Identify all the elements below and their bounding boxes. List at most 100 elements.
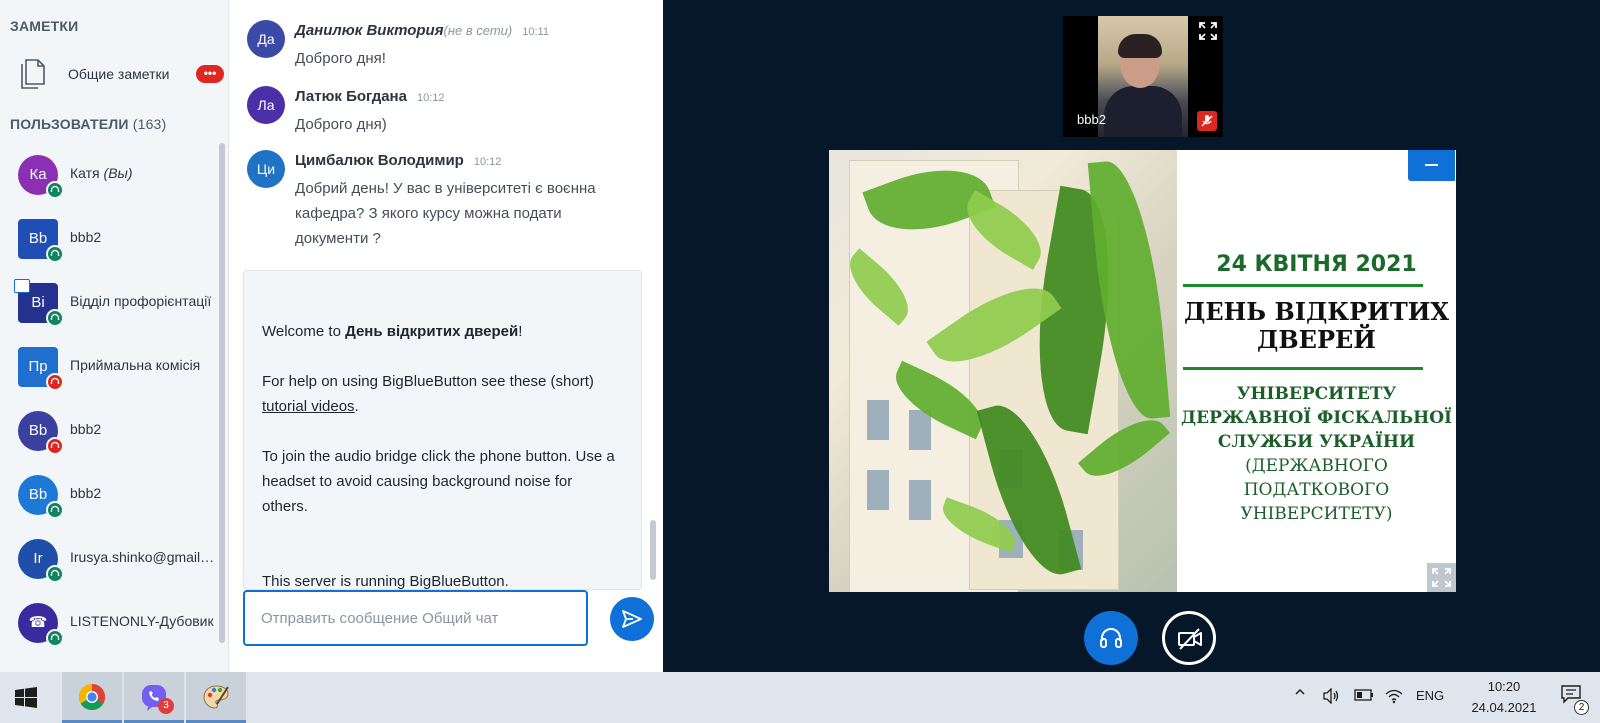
slide-uni-line-2: ДЕРЖАВНОЇ ФІСКАЛЬНОЇ: [1181, 408, 1452, 428]
listen-only-headset-icon: [46, 565, 64, 583]
chat-sender: Цимбалюк Володимир 10:12: [295, 152, 501, 169]
slide-date: 24 КВІТНЯ 2021: [1216, 252, 1417, 277]
chat-message-input[interactable]: [243, 590, 588, 646]
muted-mic-icon: [46, 373, 64, 391]
clock-time[interactable]: 10:20: [1466, 679, 1542, 694]
slide-uni-line-3: СЛУЖБИ УКРАЇНИ: [1217, 432, 1416, 452]
slide-uni-line-5: ПОДАТКОВОГО: [1243, 480, 1390, 500]
send-icon: [622, 610, 642, 628]
user-name-text: LISTENONLY-Дубовик: [70, 613, 214, 629]
chrome-icon: [78, 683, 106, 711]
chat-text: Доброго дня!: [295, 50, 386, 67]
slide-event-line-1: ДЕНЬ ВІДКРИТИХ: [1183, 297, 1450, 326]
users-section-title: ПОЛЬЗОВАТЕЛИ (163): [10, 116, 166, 132]
offline-tag: (не в сети): [443, 23, 513, 38]
user-list-item[interactable]: Bb bbb2: [0, 463, 222, 527]
listen-only-headset-icon: [46, 245, 64, 263]
user-name-text: Irusya.shinko@gmail.com: [70, 549, 216, 565]
user-list-item[interactable]: Пр Приймальна комісія: [0, 335, 222, 399]
webcam-user-name: bbb2: [1077, 112, 1106, 127]
user-list-item[interactable]: Ir Irusya.shinko@gmail.com: [0, 527, 222, 591]
webcam-video[interactable]: bbb2: [1063, 16, 1223, 137]
audio-headset-button[interactable]: [1084, 611, 1138, 665]
slide-uni-line-1: УНІВЕРСИТЕТУ: [1236, 384, 1397, 404]
chat-sender-name: Данилюк Виктория: [295, 22, 444, 39]
fullscreen-icon: [1432, 568, 1451, 587]
slide-university-subtitle: (ДЕРЖАВНОГО ПОДАТКОВОГО УНІВЕРСИТЕТУ): [1177, 454, 1456, 526]
chat-avatar: Ци: [247, 150, 285, 188]
user-list-item[interactable]: ☎ LISTENONLY-Дубовик: [0, 591, 222, 655]
expand-icon[interactable]: [1199, 22, 1217, 40]
muted-mic-icon: [46, 437, 64, 455]
viber-unread-badge: 3: [158, 698, 174, 714]
wifi-icon[interactable]: [1385, 688, 1403, 707]
meeting-name: День відкритих дверей: [345, 323, 519, 340]
user-name: Відділ профорієнтації: [70, 293, 216, 309]
user-name: Irusya.shinko@gmail.com: [70, 549, 216, 565]
users-scrollbar[interactable]: [219, 143, 225, 643]
slide-event-title: ДЕНЬ ВІДКРИТИХ ДВЕРЕЙ: [1177, 298, 1456, 354]
user-list-item[interactable]: Bb bbb2: [0, 207, 222, 271]
muted-mic-icon: [1197, 111, 1217, 131]
chat-panel: Да Данилюк Виктория(не в сети) 10:11 Доброг…: [229, 0, 663, 672]
chat-sender: Данилюк Виктория(не в сети) 10:11: [295, 22, 549, 39]
users-count: (163): [132, 116, 167, 132]
slide-uni-line-4: (ДЕРЖАВНОГО: [1245, 456, 1388, 476]
chat-scrollbar[interactable]: [650, 520, 656, 580]
chat-text: Добрий день! У вас в університеті є воєн…: [295, 180, 596, 247]
taskbar-paint[interactable]: [186, 672, 246, 723]
input-language[interactable]: ENG: [1416, 688, 1444, 703]
slide-university-name: УНІВЕРСИТЕТУ ДЕРЖАВНОЇ ФІСКАЛЬНОЇ СЛУЖБИ…: [1177, 382, 1456, 454]
listen-only-headset-icon: [46, 309, 64, 327]
send-message-button[interactable]: [610, 597, 654, 641]
user-list-item[interactable]: Bi Відділ профорієнтації: [0, 271, 222, 335]
document-icon: [21, 59, 45, 89]
chat-sender: Латюк Богдана 10:12: [295, 88, 445, 105]
user-list-item[interactable]: Ка Катя (Вы): [0, 143, 222, 207]
user-name-text: bbb2: [70, 421, 102, 437]
slide-rule-top: [1183, 284, 1423, 287]
listen-only-headset-icon: [46, 181, 64, 199]
user-name: Катя (Вы): [70, 165, 216, 181]
listen-only-headset-icon: [46, 501, 64, 519]
user-name: Приймальна комісія: [70, 357, 216, 373]
taskbar-chrome[interactable]: [62, 672, 122, 723]
welcome-message: Welcome to День відкритих дверей! For he…: [243, 270, 642, 590]
user-name-text: Катя: [70, 165, 100, 181]
windows-start-icon[interactable]: [14, 686, 38, 710]
notes-unread-badge: •••: [196, 65, 224, 83]
taskbar-viber[interactable]: 3: [124, 672, 184, 723]
presentation-slide[interactable]: 24 КВІТНЯ 2021 ДЕНЬ ВІДКРИТИХ ДВЕРЕЙ УНІ…: [829, 150, 1456, 592]
shared-notes-label: Общие заметки: [68, 66, 170, 82]
webcam-person-body: [1104, 86, 1182, 137]
notes-section-title: ЗАМЕТКИ: [10, 18, 79, 34]
minimize-presentation-button[interactable]: [1408, 150, 1455, 181]
share-webcam-button[interactable]: [1162, 611, 1216, 665]
welcome-suffix: !: [518, 323, 523, 340]
user-name-text: Відділ профорієнтації: [70, 293, 212, 309]
user-list-item[interactable]: Bb bbb2: [0, 399, 222, 463]
chat-sender-name: Цимбалюк Володимир: [295, 152, 464, 169]
chat-time: 10:11: [522, 26, 549, 38]
clock-date[interactable]: 24.04.2021: [1458, 700, 1550, 715]
users-sidebar: ЗАМЕТКИ Общие заметки ••• ПОЛЬЗОВАТЕЛИ (…: [0, 0, 229, 672]
shared-notes-item[interactable]: Общие заметки •••: [0, 52, 228, 96]
listen-only-headset-icon: [46, 629, 64, 647]
slide-rule-bottom: [1183, 367, 1423, 370]
user-name-text: Приймальна комісія: [70, 357, 201, 373]
chat-time: 10:12: [473, 156, 502, 168]
welcome-text: Welcome to День відкритих дверей! For he…: [262, 319, 622, 619]
battery-icon[interactable]: [1354, 688, 1374, 705]
video-off-icon: [1178, 628, 1202, 650]
slide-event-line-2: ДВЕРЕЙ: [1257, 325, 1376, 354]
user-name: bbb2: [70, 421, 216, 437]
volume-icon[interactable]: [1322, 687, 1340, 707]
welcome-prefix: Welcome to: [262, 323, 346, 340]
app-window: ЗАМЕТКИ Общие заметки ••• ПОЛЬЗОВАТЕЛИ (…: [0, 0, 1600, 723]
slide-uni-line-6: УНІВЕРСИТЕТУ): [1240, 504, 1393, 524]
headset-icon: [1100, 628, 1122, 648]
webcam-person-hair: [1118, 34, 1162, 58]
tray-show-hidden-icon[interactable]: [1294, 686, 1306, 701]
tutorial-videos-link[interactable]: tutorial videos: [262, 398, 355, 415]
fullscreen-button[interactable]: [1427, 563, 1456, 592]
